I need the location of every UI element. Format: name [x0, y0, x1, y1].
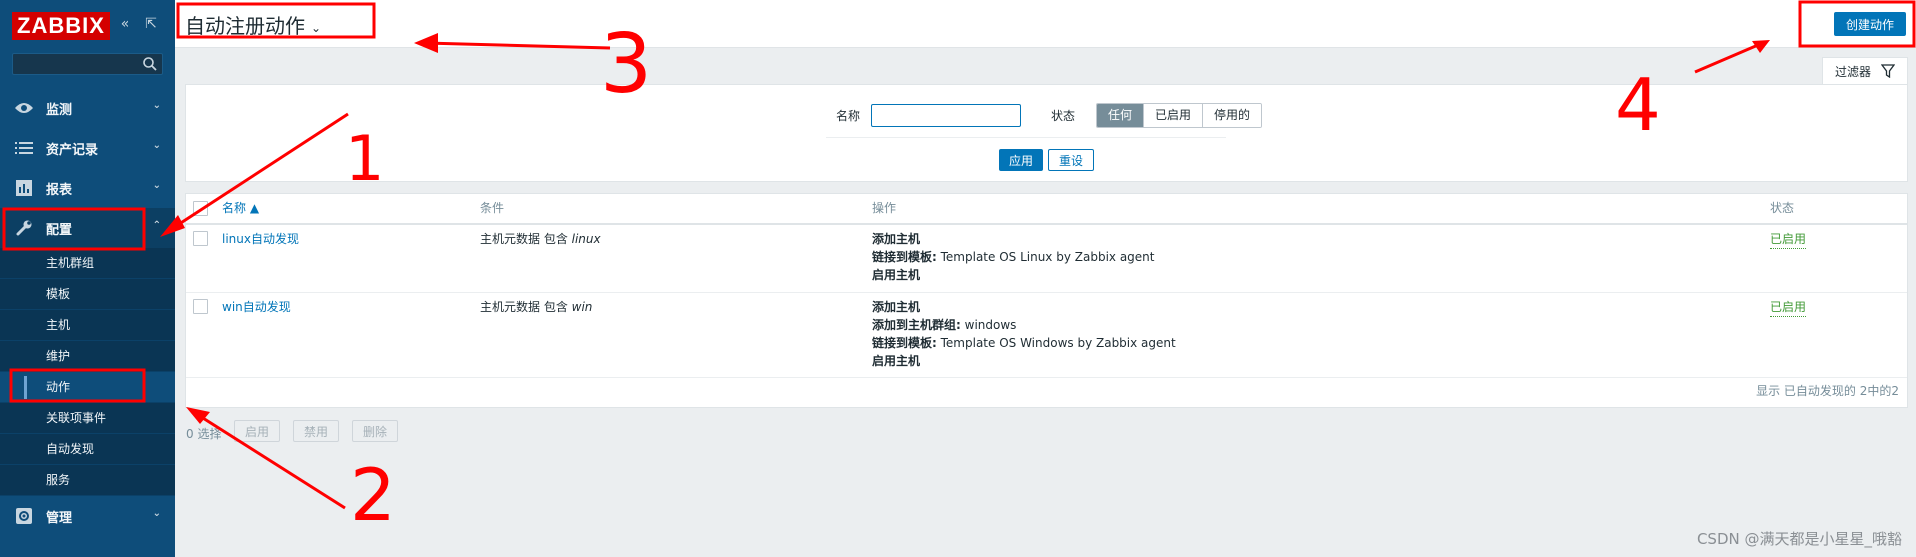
- submenu-item-discovery[interactable]: 自动发现: [0, 434, 175, 465]
- list-icon: [14, 138, 34, 158]
- eye-icon: [14, 98, 34, 118]
- sidebar-controls: « ⇱: [117, 16, 159, 32]
- filter-status-segmented: 任何 已启用 停用的: [1096, 103, 1263, 128]
- operation-text: 添加主机: [872, 300, 921, 314]
- filter-tab-label: 过滤器: [1834, 64, 1871, 79]
- logo-row: ZABBIX « ⇱: [0, 0, 175, 52]
- zabbix-logo[interactable]: ZABBIX: [12, 12, 110, 40]
- column-header-operations: 操作: [872, 201, 897, 215]
- row-checkbox[interactable]: [193, 299, 208, 314]
- sidebar-search-input[interactable]: [13, 54, 138, 74]
- mass-enable-button[interactable]: 启用: [234, 420, 281, 442]
- action-condition: 主机元数据 包含 linux: [480, 230, 601, 248]
- status-option-disabled[interactable]: 停用的: [1203, 104, 1262, 127]
- operation-text: 添加主机: [872, 232, 921, 246]
- operation-label: 链接到模板:: [872, 336, 937, 350]
- menu-item-label: 管理: [46, 510, 73, 526]
- annotation-number-2: 2: [350, 453, 396, 537]
- operation-value: Template OS Windows by Zabbix agent: [936, 336, 1176, 350]
- menu-item-administration[interactable]: 管理 ⌄: [0, 496, 175, 536]
- submenu-item-event-correlation[interactable]: 关联项事件: [0, 403, 175, 434]
- operation-label: 链接到模板:: [872, 250, 937, 264]
- menu-item-monitoring[interactable]: 监测 ⌄: [0, 88, 175, 128]
- column-header-conditions: 条件: [480, 201, 505, 215]
- mass-disable-button[interactable]: 禁用: [293, 420, 340, 442]
- chevron-down-icon: ⌄: [152, 508, 161, 519]
- condition-value: win: [571, 300, 593, 314]
- arrow-head-2: [186, 407, 210, 424]
- submenu-item-hosts[interactable]: 主机: [0, 310, 175, 341]
- menu-item-label: 监测: [46, 102, 73, 118]
- submenu-item-actions[interactable]: 动作: [0, 372, 175, 403]
- condition-text: 主机元数据 包含: [480, 232, 572, 246]
- actions-table: 名称 ▲ 条件 操作 状态 linux自动发现 主机元数据 包含 linux 添…: [185, 193, 1908, 408]
- chevron-down-icon: ⌄: [152, 140, 161, 151]
- menu-item-label: 配置: [46, 222, 73, 238]
- action-name-link[interactable]: win自动发现: [222, 298, 291, 316]
- table-row: win自动发现 主机元数据 包含 win 添加主机 添加到主机群组: windo…: [186, 293, 1907, 376]
- operation-text: 启用主机: [872, 354, 921, 368]
- page-title-text: 自动注册动作: [185, 14, 305, 38]
- row-divider: [186, 377, 1907, 378]
- create-action-button[interactable]: 创建动作: [1833, 12, 1906, 36]
- menu-item-inventory[interactable]: 资产记录 ⌄: [0, 128, 175, 168]
- action-condition: 主机元数据 包含 win: [480, 298, 592, 316]
- menu-item-label: 报表: [46, 182, 73, 198]
- operation-value: Template OS Linux by Zabbix agent: [936, 250, 1155, 264]
- submenu-item-templates[interactable]: 模板: [0, 279, 175, 310]
- column-header-status: 状态: [1770, 201, 1795, 215]
- apply-button[interactable]: 应用: [999, 149, 1044, 171]
- select-all-checkbox[interactable]: [193, 201, 208, 216]
- filter-name-input[interactable]: [871, 104, 1021, 127]
- row-checkbox[interactable]: [193, 231, 208, 246]
- condition-text: 主机元数据 包含: [480, 300, 572, 314]
- condition-value: linux: [571, 232, 601, 246]
- operation-label: 添加到主机群组:: [872, 318, 961, 332]
- menu-item-label: 资产记录: [46, 142, 99, 158]
- menu-item-configuration[interactable]: 配置 ⌃: [0, 208, 175, 248]
- action-operations: 添加主机 链接到模板: Template OS Linux by Zabbix …: [872, 230, 1154, 284]
- status-badge[interactable]: 已启用: [1770, 298, 1807, 317]
- submenu-item-services[interactable]: 服务: [0, 465, 175, 496]
- filter-status-label: 状态: [1051, 109, 1076, 123]
- kiosk-mode-icon[interactable]: ⇱: [143, 16, 159, 32]
- mass-delete-button[interactable]: 删除: [352, 420, 399, 442]
- gear-icon: [14, 506, 34, 526]
- status-option-enabled[interactable]: 已启用: [1144, 104, 1204, 127]
- operation-value: windows: [960, 318, 1017, 332]
- search-icon[interactable]: [142, 56, 158, 72]
- submenu-item-maintenance[interactable]: 维护: [0, 341, 175, 372]
- status-option-any[interactable]: 任何: [1097, 104, 1145, 127]
- reset-button[interactable]: 重设: [1048, 149, 1095, 171]
- filter-icon: [1881, 64, 1895, 78]
- filter-panel: 名称 状态 任何 已启用 停用的 应用 重设: [185, 84, 1908, 182]
- sidebar: ZABBIX « ⇱ 监测 ⌄ 资产记录 ⌄ 报表 ⌄ 配置 ⌃ 主机群组 模板…: [0, 0, 175, 557]
- selected-count: 0 选择: [186, 427, 222, 441]
- filter-tab[interactable]: 过滤器: [1822, 57, 1908, 84]
- action-name-link[interactable]: linux自动发现: [222, 230, 299, 248]
- chevron-up-icon: ⌃: [152, 220, 161, 231]
- filter-divider: [826, 137, 1226, 138]
- bar-chart-icon: [14, 178, 34, 198]
- table-footer-count: 显示 已自动发现的 2中的2: [1756, 384, 1899, 398]
- main-menu: 监测 ⌄ 资产记录 ⌄ 报表 ⌄ 配置 ⌃ 主机群组 模板 主机 维护 动作 关…: [0, 88, 175, 536]
- configuration-submenu: 主机群组 模板 主机 维护 动作 关联项事件 自动发现 服务: [0, 248, 175, 496]
- page-header: 自动注册动作 ⌄ 创建动作: [175, 0, 1916, 48]
- chevron-down-icon: ⌄: [152, 100, 161, 111]
- column-header-name[interactable]: 名称 ▲: [222, 194, 259, 223]
- table-row: linux自动发现 主机元数据 包含 linux 添加主机 链接到模板: Tem…: [186, 225, 1907, 292]
- chevron-down-icon: ⌄: [311, 20, 322, 35]
- wrench-icon: [14, 218, 34, 238]
- page-title[interactable]: 自动注册动作 ⌄: [185, 10, 321, 39]
- menu-item-reports[interactable]: 报表 ⌄: [0, 168, 175, 208]
- action-operations: 添加主机 添加到主机群组: windows 链接到模板: Template OS…: [872, 298, 1176, 370]
- operation-text: 启用主机: [872, 268, 921, 282]
- sidebar-search: [12, 53, 163, 75]
- collapse-sidebar-icon[interactable]: «: [117, 16, 133, 32]
- watermark: CSDN @满天都是小星星_哦豁: [1696, 530, 1902, 548]
- status-badge[interactable]: 已启用: [1770, 230, 1807, 249]
- chevron-down-icon: ⌄: [152, 180, 161, 191]
- filter-name-label: 名称: [836, 109, 861, 123]
- submenu-item-host-groups[interactable]: 主机群组: [0, 248, 175, 279]
